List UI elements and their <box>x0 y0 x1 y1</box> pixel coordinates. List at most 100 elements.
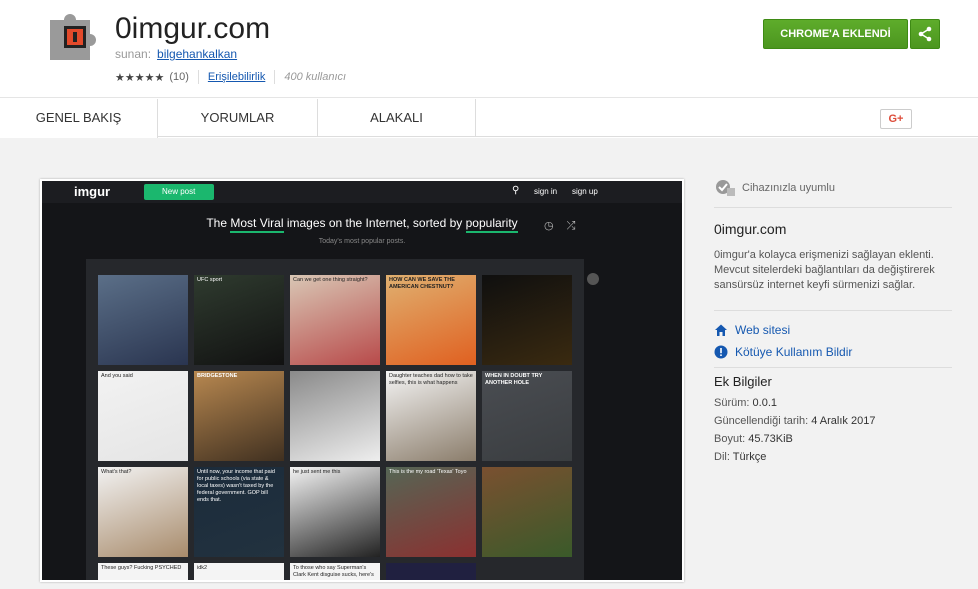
tile-caption: This is the my road 'Texas' Toyo <box>389 469 467 475</box>
gallery-tile <box>482 467 572 557</box>
user-count: 400 kullanıcı <box>284 71 347 83</box>
sidebar-description: 0imgur'a kolayca erişmenizi sağlayan ekl… <box>714 249 935 291</box>
tile-caption: Until now, your income that paid for pub… <box>197 469 275 503</box>
version-row: Sürüm: 0.0.1 <box>714 397 777 409</box>
tile-caption: BRIDGESTONE <box>197 373 238 379</box>
sign-in-link: sign in <box>534 187 558 196</box>
updated-value: 4 Aralık 2017 <box>811 415 876 427</box>
app-title: 0imgur.com <box>115 12 271 45</box>
tile-caption: Daughter teaches dad how to take selfies… <box>389 373 473 386</box>
developer-link[interactable]: bilgehankalkan <box>157 47 237 61</box>
divider <box>197 70 199 84</box>
offered-by: sunan: bilgehankalkan <box>115 47 237 61</box>
hero-title: The Most Viral images on the Internet, s… <box>42 216 682 233</box>
website-link[interactable]: Web sitesi <box>714 323 790 337</box>
scroll-indicator <box>587 273 599 285</box>
google-plus-button[interactable]: G+ <box>880 109 912 129</box>
version-value: 0.0.1 <box>752 397 777 409</box>
compat-text: Cihazınızla uyumlu <box>742 182 835 194</box>
gallery-tile: And you said <box>98 371 188 461</box>
gallery-tile <box>386 563 476 580</box>
divider <box>714 207 952 208</box>
report-abuse-link[interactable]: Kötüye Kullanım Bildir <box>714 345 852 359</box>
store-header: 0imgur.com sunan: bilgehankalkan ★★★★★ (1… <box>0 0 978 98</box>
imgur-page: imgur New post ⚲ sign in sign up The Mos… <box>42 181 682 580</box>
tab-overview[interactable]: GENEL BAKIŞ <box>0 99 158 138</box>
screenshot-preview[interactable]: imgur New post ⚲ sign in sign up The Mos… <box>40 179 684 582</box>
hero-middle: images on the Internet, sorted by <box>286 216 463 230</box>
sidebar-app-name: 0imgur.com <box>714 221 787 237</box>
website-link-label: Web sitesi <box>735 323 791 337</box>
size-row: Boyut: 45.73KiB <box>714 433 793 445</box>
gallery-tile: Until now, your income that paid for pub… <box>194 467 284 557</box>
share-icon <box>918 26 932 42</box>
gallery-tile: Daughter teaches dad how to take selfies… <box>386 371 476 461</box>
tile-caption: UFC sport <box>197 277 223 283</box>
offered-by-label: sunan: <box>115 47 152 61</box>
tile-caption: What's that? <box>101 469 132 475</box>
gallery-tile: HOW CAN WE SAVE THE AMERICAN CHESTNUT? <box>386 275 476 365</box>
clock-icon: ◷ <box>544 220 554 232</box>
alert-icon <box>714 345 728 359</box>
accessibility-link[interactable]: Erişilebilirlik <box>208 71 265 83</box>
gallery-tile: UFC sport <box>194 275 284 365</box>
hero-the: The <box>206 216 228 230</box>
tab-related[interactable]: ALAKALI <box>318 99 476 137</box>
tile-caption <box>98 275 188 279</box>
home-icon <box>715 324 727 336</box>
tile-caption <box>386 563 476 567</box>
tile-caption: These guys? Fucking PSYCHED <box>101 565 182 571</box>
gallery-tile: What's that? <box>98 467 188 557</box>
extra-info-heading: Ek Bilgiler <box>714 374 772 389</box>
updated-label: Güncellendiği tarih: <box>714 415 809 427</box>
report-abuse-label: Kötüye Kullanım Bildir <box>735 345 853 359</box>
size-label: Boyut: <box>714 433 746 445</box>
gallery-tile: To those who say Superman's Clark Kent d… <box>290 563 380 580</box>
gallery-tile <box>290 371 380 461</box>
hero-icons: ◷ ⤮ <box>544 219 575 233</box>
imgur-logo: imgur <box>74 184 111 199</box>
size-value: 45.73KiB <box>748 433 793 445</box>
rating-stars[interactable]: ★★★★★ <box>115 71 164 84</box>
rating-count[interactable]: (10) <box>169 71 189 83</box>
tile-caption: he just sent me this <box>293 469 341 475</box>
imgur-navbar: imgur New post ⚲ sign in sign up <box>42 181 682 203</box>
sign-up-link: sign up <box>572 187 598 196</box>
language-value: Türkçe <box>732 451 767 463</box>
tile-caption <box>290 371 380 375</box>
tab-reviews[interactable]: YORUMLAR <box>158 99 318 137</box>
search-icon: ⚲ <box>512 185 520 196</box>
tile-caption: idk2 <box>197 565 208 571</box>
extension-logo-icon <box>46 6 102 62</box>
language-label: Dil: <box>714 451 730 463</box>
gallery-tile: he just sent me this <box>290 467 380 557</box>
version-label: Sürüm: <box>714 397 750 409</box>
gallery-tile: These guys? Fucking PSYCHED <box>98 563 188 580</box>
tile-caption: Can we get one thing straight? <box>293 277 368 283</box>
updated-row: Güncellendiği tarih: 4 Aralık 2017 <box>714 415 875 427</box>
tile-caption: WHEN IN DOUBT TRY ANOTHER HOLE <box>485 373 543 386</box>
new-post-button: New post <box>144 184 214 200</box>
tile-caption: HOW CAN WE SAVE THE AMERICAN CHESTNUT? <box>389 277 455 290</box>
gallery-tile: This is the my road 'Texas' Toyo <box>386 467 476 557</box>
share-button[interactable] <box>910 19 940 49</box>
hero-popularity: popularity <box>465 216 518 233</box>
hero-subtitle: Today's most popular posts. <box>318 238 406 245</box>
tile-caption: To those who say Superman's Clark Kent d… <box>293 565 374 578</box>
tab-bar: GENEL BAKIŞ YORUMLAR ALAKALI G+ <box>0 99 978 138</box>
meta-row: ★★★★★ (10) Erişilebilirlik 400 kullanıcı <box>115 70 346 84</box>
shuffle-icon: ⤮ <box>566 220 576 232</box>
gallery-tile <box>98 275 188 365</box>
tile-caption: And you said <box>101 373 133 379</box>
compat-row: Cihazınızla uyumlu <box>714 179 835 197</box>
tile-caption <box>482 275 572 279</box>
language-row: Dil: Türkçe <box>714 451 766 463</box>
added-to-chrome-button[interactable]: CHROME'A EKLENDİ <box>763 19 908 49</box>
gallery-tile: idk2 <box>194 563 284 580</box>
gallery-tile: Can we get one thing straight? <box>290 275 380 365</box>
gallery-grid: UFC sport Can we get one thing straight? H… <box>86 259 584 580</box>
tile-caption <box>482 467 572 471</box>
gallery-tile: WHEN IN DOUBT TRY ANOTHER HOLE <box>482 371 572 461</box>
gallery-tile: BRIDGESTONE <box>194 371 284 461</box>
gallery-tile <box>482 275 572 365</box>
